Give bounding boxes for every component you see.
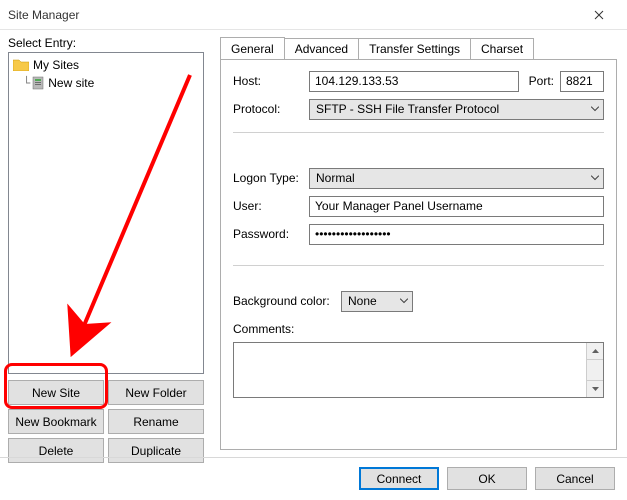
tab-page-general: Host: 104.129.133.53 Port: 8821 Protocol…: [220, 60, 617, 450]
footer-separator: [0, 457, 627, 458]
entry-tree[interactable]: My Sites └ New site: [8, 52, 204, 374]
protocol-label: Protocol:: [233, 102, 309, 116]
password-input[interactable]: ••••••••••••••••••: [309, 224, 604, 245]
tab-general[interactable]: General: [220, 37, 285, 59]
titlebar: Site Manager: [0, 0, 627, 30]
rename-button[interactable]: Rename: [108, 409, 204, 434]
comments-label: Comments:: [233, 322, 294, 336]
logon-type-label: Logon Type:: [233, 171, 309, 185]
new-bookmark-button[interactable]: New Bookmark: [8, 409, 104, 434]
close-icon: [594, 10, 604, 20]
tab-advanced[interactable]: Advanced: [284, 38, 359, 59]
tree-item[interactable]: └ New site: [13, 74, 199, 92]
chevron-up-icon: [592, 349, 599, 353]
connect-button[interactable]: Connect: [359, 467, 439, 490]
duplicate-button[interactable]: Duplicate: [108, 438, 204, 463]
scroll-down-button[interactable]: [586, 380, 603, 397]
bg-color-select[interactable]: None: [341, 291, 413, 312]
cancel-button[interactable]: Cancel: [535, 467, 615, 490]
logon-type-select[interactable]: Normal: [309, 168, 604, 189]
password-label: Password:: [233, 227, 309, 241]
port-input[interactable]: 8821: [560, 71, 604, 92]
chevron-down-icon: [591, 107, 599, 112]
scroll-up-button[interactable]: [586, 343, 603, 360]
footer-buttons: Connect OK Cancel: [359, 467, 615, 490]
separator: [233, 265, 604, 266]
chevron-down-icon: [591, 176, 599, 181]
tab-bar: General Advanced Transfer Settings Chars…: [220, 38, 617, 60]
user-label: User:: [233, 199, 309, 213]
tree-item-label: New site: [48, 76, 94, 90]
select-entry-label: Select Entry:: [8, 36, 76, 50]
bg-color-label: Background color:: [233, 294, 341, 308]
folder-icon: [13, 59, 29, 71]
delete-button[interactable]: Delete: [8, 438, 104, 463]
close-button[interactable]: [579, 1, 619, 29]
tree-root[interactable]: My Sites: [13, 56, 199, 74]
tree-root-label: My Sites: [33, 58, 79, 72]
tab-transfer-settings[interactable]: Transfer Settings: [358, 38, 471, 59]
protocol-select[interactable]: SFTP - SSH File Transfer Protocol: [309, 99, 604, 120]
separator: [233, 132, 604, 133]
window-title: Site Manager: [8, 8, 579, 22]
chevron-down-icon: [592, 387, 599, 391]
new-site-button[interactable]: New Site: [8, 380, 104, 405]
tab-charset[interactable]: Charset: [470, 38, 534, 59]
port-label: Port:: [529, 74, 554, 88]
new-folder-button[interactable]: New Folder: [108, 380, 204, 405]
scrollbar-track[interactable]: [586, 360, 603, 380]
comments-textarea[interactable]: [233, 342, 604, 398]
user-input[interactable]: Your Manager Panel Username: [309, 196, 604, 217]
chevron-down-icon: [400, 299, 408, 304]
server-icon: [32, 76, 44, 90]
host-input[interactable]: 104.129.133.53: [309, 71, 519, 92]
host-label: Host:: [233, 74, 309, 88]
ok-button[interactable]: OK: [447, 467, 527, 490]
tree-branch-icon: └: [23, 76, 30, 90]
